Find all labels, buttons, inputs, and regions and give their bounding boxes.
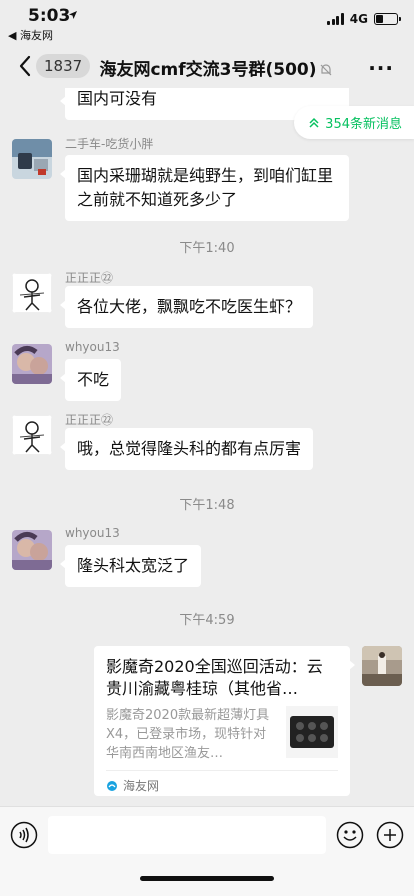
sender-name: whyou13 <box>65 340 120 354</box>
link-card-title: 影魔奇2020全国巡回活动：云贵川渝藏粤桂琼（其他省… <box>106 657 323 698</box>
message-item: 二手车-吃货小胖 国内采珊瑚就是纯野生，到咱们缸里之前就不知道死多少了 <box>12 137 402 221</box>
message-item: 正正正㉒ 哦，总觉得隆头科的都有点厉害 <box>12 413 402 475</box>
link-card-description: 影魔奇2020款最新超薄灯具X4，已登录市场，现特针对华南西南地区渔友… <box>106 708 270 761</box>
double-chevron-up-icon <box>309 117 319 128</box>
sender-name: whyou13 <box>65 526 120 540</box>
emoji-icon[interactable] <box>336 821 364 849</box>
new-messages-label: 354条新消息 <box>325 117 402 132</box>
sender-name: 正正正㉒ <box>65 413 114 427</box>
message-bubble[interactable]: 国内采珊瑚就是纯野生，到咱们缸里之前就不知道死多少了 <box>60 155 349 221</box>
link-card-thumbnail <box>286 706 338 758</box>
chat-area[interactable]: 国内可没有 354条新消息 二手车-吃货小胖 国内采珊瑚就是纯野生，到咱们缸里之… <box>0 88 414 806</box>
network-type: 4G <box>349 12 368 26</box>
time-separator: 下午1:48 <box>179 498 235 513</box>
input-bar <box>0 806 414 896</box>
location-arrow-icon <box>69 11 77 19</box>
new-messages-button[interactable]: 354条新消息 <box>294 106 414 139</box>
status-indicators: 4G <box>327 12 401 26</box>
plus-icon[interactable] <box>376 821 404 849</box>
link-card[interactable]: 影魔奇2020全国巡回活动：云贵川渝藏粤桂琼（其他省… 影魔奇2020款最新超薄… <box>94 646 355 796</box>
more-options-button[interactable]: ··· <box>368 56 394 80</box>
message-bubble[interactable]: 哦，总觉得隆头科的都有点厉害 <box>59 428 314 470</box>
home-indicator[interactable] <box>140 876 274 881</box>
time-separator: 下午4:59 <box>179 613 235 628</box>
status-time: 5:03 <box>28 6 71 26</box>
message-item: 正正正㉒ 各位大佬，飘飘吃不吃医生虾？ <box>12 271 402 333</box>
avatar[interactable] <box>12 139 52 179</box>
chat-title: 海友网cmf交流3号群(500) <box>99 60 317 80</box>
voice-input-icon[interactable] <box>10 821 38 849</box>
avatar[interactable] <box>12 344 52 384</box>
time-separator: 下午1:40 <box>179 241 235 256</box>
avatar[interactable] <box>12 415 52 455</box>
avatar[interactable] <box>12 273 52 313</box>
nav-bar: 1837 海友网cmf交流3号群(500) ··· <box>0 44 414 88</box>
message-bubble[interactable]: 各位大佬，飘飘吃不吃医生虾？ <box>59 286 314 328</box>
sender-name: 正正正㉒ <box>65 271 114 285</box>
status-bar: 5:03 ◀ 海友网 4G <box>0 0 414 44</box>
message-bubble[interactable]: 不吃 <box>59 359 122 401</box>
message-item: whyou13 隆头科太宽泛了 <box>12 526 402 590</box>
self-avatar[interactable] <box>362 646 402 686</box>
battery-icon <box>374 13 401 25</box>
avatar[interactable] <box>12 530 52 570</box>
link-card-source: 海友网 <box>123 779 160 793</box>
link-card-footer: 海友网 <box>106 770 338 794</box>
message-input[interactable] <box>48 816 326 854</box>
source-logo-icon <box>107 780 117 791</box>
message-bubble[interactable]: 隆头科太宽泛了 <box>59 545 202 587</box>
message-item: whyou13 不吃 <box>12 340 402 404</box>
chat-title-wrap: 海友网cmf交流3号群(500) <box>0 55 414 80</box>
signal-icon <box>327 13 344 25</box>
back-to-app-link[interactable]: ◀ 海友网 <box>8 27 53 43</box>
sender-name: 二手车-吃货小胖 <box>65 137 154 151</box>
mute-bell-icon <box>320 64 331 76</box>
